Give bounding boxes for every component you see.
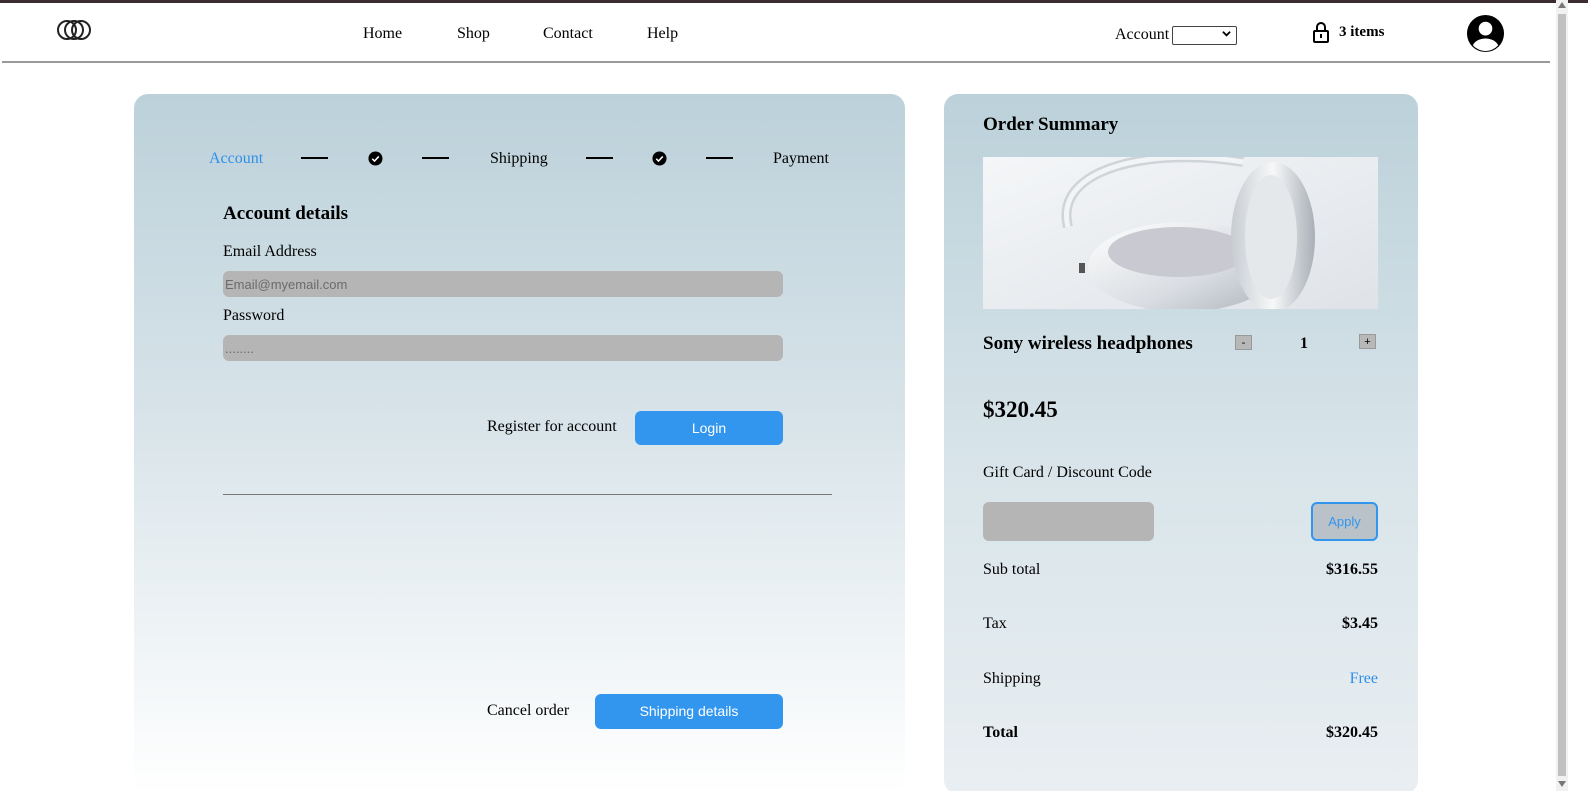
cart-count: 3 items <box>1339 23 1385 40</box>
gift-card-label: Gift Card / Discount Code <box>983 464 1152 481</box>
tax-label: Tax <box>983 615 1007 632</box>
user-avatar-icon[interactable] <box>1466 14 1505 53</box>
step-separator <box>301 157 328 159</box>
apply-discount-button[interactable]: Apply <box>1311 502 1378 541</box>
step-separator <box>706 157 733 159</box>
form-divider <box>223 494 832 495</box>
shipping-value: Free <box>1349 670 1378 687</box>
product-price: $320.45 <box>983 397 1058 422</box>
check-circle-icon <box>652 151 667 166</box>
step-payment[interactable]: Payment <box>773 150 829 168</box>
site-header: Home Shop Contact Help Account 3 items <box>2 3 1550 63</box>
checkout-card: Account Shipping Payment Account details… <box>134 94 905 791</box>
tax-value: $3.45 <box>1342 615 1378 632</box>
cart-button[interactable]: 3 items <box>1313 21 1384 43</box>
order-summary-card: Order Summary Sony wireless headphones -… <box>944 94 1418 791</box>
chevron-down-icon <box>1222 31 1231 37</box>
quantity-decrease-button[interactable]: - <box>1235 335 1252 350</box>
nav-help-link[interactable]: Help <box>647 25 678 43</box>
check-circle-icon <box>368 151 383 166</box>
email-field[interactable] <box>223 271 783 297</box>
discount-code-input[interactable] <box>983 502 1154 541</box>
total-value: $320.45 <box>1326 724 1378 741</box>
subtotal-value: $316.55 <box>1326 561 1378 578</box>
account-label: Account <box>1115 26 1170 43</box>
page-scrollbar[interactable] <box>1556 0 1568 791</box>
lock-bag-icon <box>1313 21 1329 43</box>
step-separator <box>422 157 449 159</box>
nav-shop-link[interactable]: Shop <box>457 25 490 43</box>
account-dropdown[interactable] <box>1172 26 1237 45</box>
order-summary-title: Order Summary <box>983 114 1119 135</box>
step-shipping[interactable]: Shipping <box>490 150 548 168</box>
password-label: Password <box>223 307 285 324</box>
scroll-up-arrow-icon[interactable] <box>1558 2 1566 8</box>
product-name: Sony wireless headphones <box>983 333 1193 354</box>
brand-logo-icon[interactable] <box>54 17 94 43</box>
quantity-value: 1 <box>1300 335 1308 352</box>
total-label: Total <box>983 724 1018 741</box>
step-separator <box>586 157 613 159</box>
nav-home-link[interactable]: Home <box>363 25 402 43</box>
register-link[interactable]: Register for account <box>487 418 617 436</box>
product-image <box>983 157 1378 309</box>
quantity-increase-button[interactable]: + <box>1359 334 1376 349</box>
cancel-order-link[interactable]: Cancel order <box>487 702 569 720</box>
scroll-thumb[interactable] <box>1558 14 1566 776</box>
password-field[interactable] <box>223 335 783 361</box>
scroll-down-arrow-icon[interactable] <box>1558 781 1566 787</box>
nav-contact-link[interactable]: Contact <box>543 25 593 43</box>
email-label: Email Address <box>223 243 317 260</box>
shipping-label: Shipping <box>983 670 1041 687</box>
step-account[interactable]: Account <box>209 150 263 168</box>
shipping-details-button[interactable]: Shipping details <box>595 694 783 729</box>
login-button[interactable]: Login <box>635 411 783 445</box>
account-details-title: Account details <box>223 203 349 224</box>
subtotal-label: Sub total <box>983 561 1041 578</box>
